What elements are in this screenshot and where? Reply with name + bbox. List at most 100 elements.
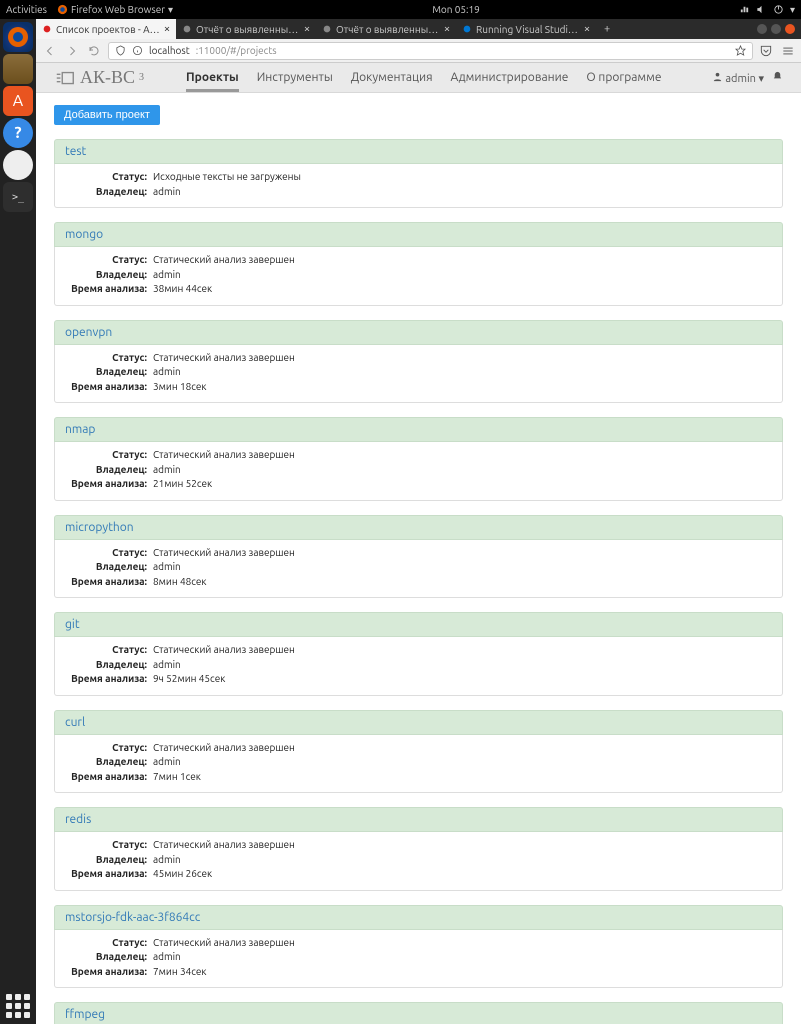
time-value: 8мин 48сек [153,575,207,590]
system-tray[interactable]: ▾ [739,4,795,16]
nav-item-инструменты[interactable]: Инструменты [257,63,333,92]
show-applications[interactable] [6,994,30,1018]
back-button[interactable] [42,43,58,59]
project-header: git [54,612,783,637]
info-icon [132,45,143,56]
status-label: Статус: [65,936,153,951]
owner-value: admin [153,365,181,380]
project-header: mstorsjo-fdk-aac-3f864cc [54,905,783,930]
new-tab-button[interactable]: + [596,19,618,39]
page-content: АК-ВС3 Проекты Инструменты Документация Адм… [36,63,801,1024]
status-label: Статус: [65,741,153,756]
owner-value: admin [153,185,181,200]
close-tab-icon[interactable]: × [304,24,310,35]
reload-button[interactable] [86,43,102,59]
user-icon [712,71,723,82]
project-link[interactable]: curl [65,716,85,729]
close-tab-icon[interactable]: × [164,24,170,35]
project-card: ffmpegСтатус:Статический анализ завершен… [54,1002,783,1024]
time-value: 7мин 1сек [153,770,201,785]
dock-files[interactable] [3,54,33,84]
project-card: micropythonСтатус:Статический анализ зав… [54,515,783,599]
notifications-icon[interactable] [772,71,783,85]
shield-icon [115,45,126,56]
forward-button[interactable] [64,43,80,59]
owner-value: admin [153,755,181,770]
project-link[interactable]: mstorsjo-fdk-aac-3f864cc [65,911,200,924]
project-link[interactable]: ffmpeg [65,1008,105,1021]
project-card: nmapСтатус:Статический анализ завершенВл… [54,417,783,501]
dock-terminal[interactable]: >_ [3,182,33,212]
current-app-indicator[interactable]: Firefox Web Browser ▾ [57,4,173,16]
power-icon [773,4,784,15]
network-icon [739,4,750,15]
status-value: Исходные тексты не загружены [153,170,301,185]
owner-label: Владелец: [65,463,153,478]
status-label: Статус: [65,253,153,268]
clock[interactable]: Mon 05:19 [173,4,739,15]
status-value: Статический анализ завершен [153,546,295,561]
browser-toolbar: localhost:11000/#/projects [36,39,801,63]
status-label: Статус: [65,643,153,658]
project-header: nmap [54,417,783,442]
firefox-window: Список проектов - AK-B×Отчёт о выявленны… [36,19,801,1024]
app-navbar: АК-ВС3 Проекты Инструменты Документация Адм… [36,63,801,93]
browser-tab[interactable]: Отчёт о выявленных пр× [316,19,456,39]
status-value: Статический анализ завершен [153,643,295,658]
project-link[interactable]: git [65,618,80,631]
gnome-top-bar: Activities Firefox Web Browser ▾ Mon 05:… [0,0,801,19]
project-card: gitСтатус:Статический анализ завершенВла… [54,612,783,696]
activities-button[interactable]: Activities [6,4,47,16]
owner-value: admin [153,658,181,673]
nav-item-проекты[interactable]: Проекты [186,63,239,92]
status-label: Статус: [65,170,153,185]
nav-item-администрирование[interactable]: Администрирование [451,63,569,92]
owner-value: admin [153,950,181,965]
status-value: Статический анализ завершен [153,936,295,951]
save-to-pocket-icon[interactable] [759,44,773,58]
nav-item-документация[interactable]: Документация [351,63,433,92]
status-value: Статический анализ завершен [153,741,295,756]
firefox-icon [57,4,68,15]
owner-label: Владелец: [65,560,153,575]
status-value: Статический анализ завершен [153,351,295,366]
close-tab-icon[interactable]: × [444,24,450,35]
time-value: 38мин 44сек [153,282,212,297]
project-card: mstorsjo-fdk-aac-3f864cc Статус:Статическ… [54,905,783,989]
project-link[interactable]: test [65,145,86,158]
dock-firefox[interactable] [3,22,33,52]
browser-tab[interactable]: Список проектов - AK-B× [36,19,176,39]
project-link[interactable]: nmap [65,423,95,436]
project-link[interactable]: mongo [65,228,103,241]
add-project-button[interactable]: Добавить проект [54,105,160,125]
browser-tab[interactable]: Running Visual Studio Co× [456,19,596,39]
time-label: Время анализа: [65,575,153,590]
app-logo[interactable]: АК-ВС3 [54,67,144,89]
tab-strip: Список проектов - AK-B×Отчёт о выявленны… [36,19,801,39]
close-tab-icon[interactable]: × [584,24,590,35]
url-host: localhost [149,45,190,56]
dock-help[interactable]: ? [3,118,33,148]
time-label: Время анализа: [65,867,153,882]
window-controls[interactable] [757,19,801,39]
dock-software[interactable]: A [3,86,33,116]
browser-tab[interactable]: Отчёт о выявленных пр× [176,19,316,39]
nav-item-о программе[interactable]: О программе [586,63,661,92]
project-link[interactable]: openvpn [65,326,112,339]
dock-app[interactable] [3,150,33,180]
time-label: Время анализа: [65,770,153,785]
project-header: micropython [54,515,783,540]
owner-value: admin [153,853,181,868]
project-link[interactable]: redis [65,813,91,826]
project-header: openvpn [54,320,783,345]
bookmark-star-icon[interactable] [735,45,746,56]
time-label: Время анализа: [65,672,153,687]
owner-value: admin [153,268,181,283]
tab-favicon [322,24,332,34]
menu-icon[interactable] [781,44,795,58]
project-link[interactable]: micropython [65,521,134,534]
logo-icon [54,67,76,89]
owner-label: Владелец: [65,185,153,200]
address-bar[interactable]: localhost:11000/#/projects [108,42,753,60]
user-menu[interactable]: admin ▾ [712,71,764,85]
